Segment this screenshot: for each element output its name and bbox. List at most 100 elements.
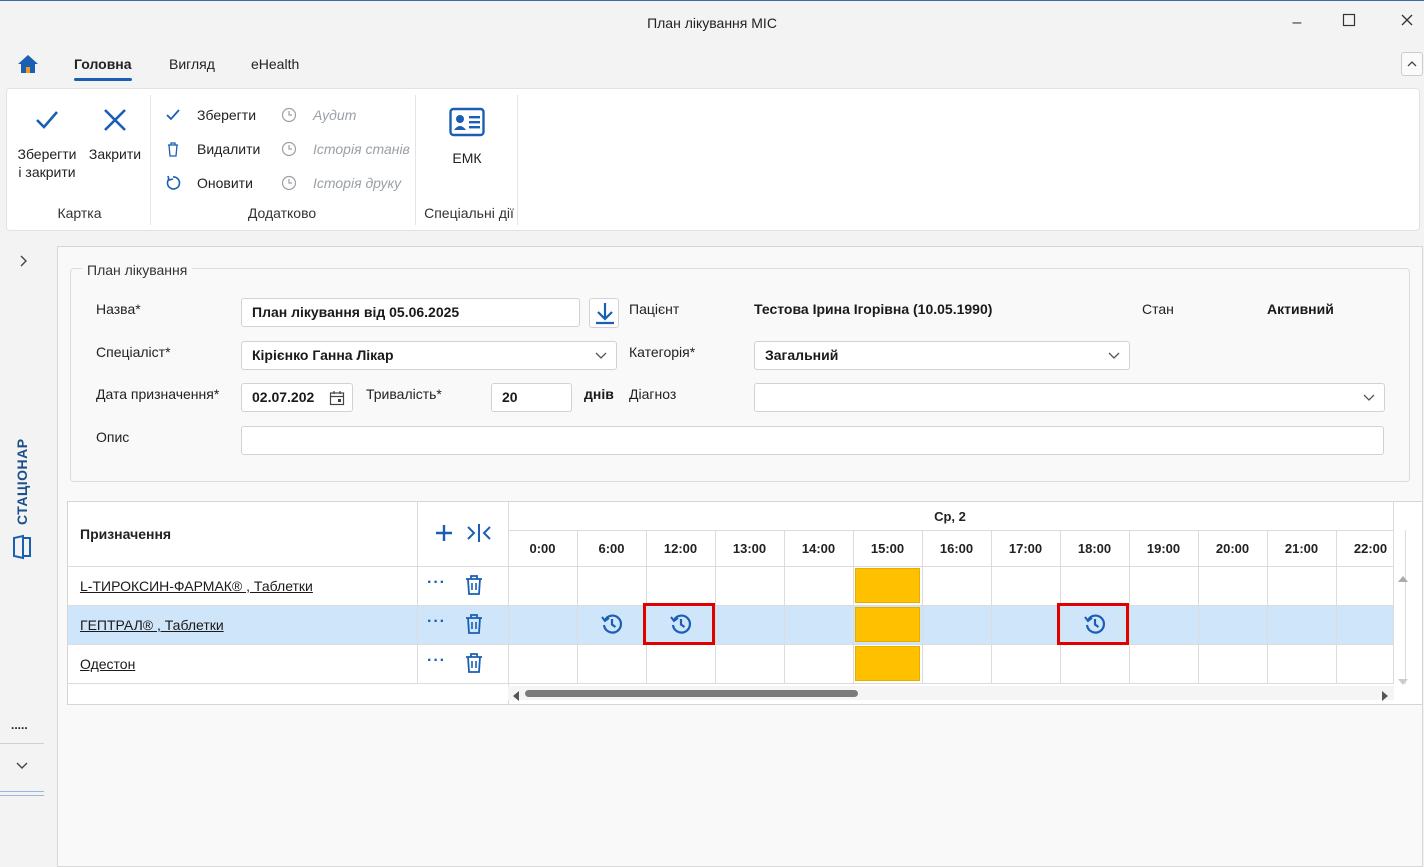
tab-home[interactable]: Головна xyxy=(74,56,132,81)
sidebar-divider xyxy=(0,743,44,744)
hour-header-14:00: 14:00 xyxy=(801,541,836,556)
diagnosis-select[interactable] xyxy=(754,383,1385,412)
emk-button[interactable]: ЕМК xyxy=(437,107,497,167)
duration-label: Тривалість* xyxy=(366,386,442,402)
sidebar-vertical-label[interactable]: СТАЦІОНАР xyxy=(6,435,36,535)
hour-header-19:00: 19:00 xyxy=(1146,541,1181,556)
left-sidebar: ..... xyxy=(0,240,46,867)
scroll-up-arrow[interactable] xyxy=(1398,570,1408,582)
save-close-label-2: і закрити xyxy=(18,164,76,180)
chevron-down-icon[interactable] xyxy=(15,761,29,771)
trash-icon xyxy=(466,653,482,673)
download-button[interactable] xyxy=(589,298,619,328)
audit-button[interactable]: Аудит xyxy=(281,105,411,125)
duration-input[interactable]: 20 xyxy=(491,383,572,412)
hour-header-22:00: 22:00 xyxy=(1353,541,1388,556)
prescription-name-link[interactable]: ГЕПТРАЛ® , Таблетки xyxy=(80,617,224,633)
group-label-extra: Додатково xyxy=(247,205,317,221)
window-title: План лікування МІС xyxy=(647,15,777,31)
print-history-label: Історія друку xyxy=(313,175,402,191)
split-icon xyxy=(467,524,491,542)
close-window-button[interactable] xyxy=(1397,13,1417,33)
grid-line xyxy=(1405,530,1406,684)
split-columns-button[interactable] xyxy=(466,522,492,544)
highlight-box xyxy=(1057,603,1129,645)
check-icon xyxy=(36,111,58,129)
delete-row-button[interactable] xyxy=(464,652,486,676)
add-prescription-button[interactable] xyxy=(433,522,455,544)
refresh-icon xyxy=(166,175,181,190)
hour-header-17:00: 17:00 xyxy=(1008,541,1043,556)
tab-view[interactable]: Вигляд xyxy=(169,56,215,72)
download-icon xyxy=(596,303,614,325)
date-value: 02.07.202 xyxy=(252,389,315,405)
scroll-right-arrow[interactable] xyxy=(1381,688,1389,701)
row-menu-button[interactable]: ··· xyxy=(427,652,446,670)
name-input[interactable]: План лікування від 05.06.2025 xyxy=(241,298,580,327)
row-menu-button[interactable]: ··· xyxy=(427,574,446,592)
delete-row-button[interactable] xyxy=(464,574,486,598)
grid-line xyxy=(68,683,1394,684)
date-label: Дата призначення* xyxy=(96,386,220,402)
grid-line xyxy=(1393,502,1394,684)
scroll-down-arrow[interactable] xyxy=(1398,673,1408,685)
history-icon[interactable] xyxy=(600,612,624,636)
chevron-right-icon[interactable] xyxy=(18,254,30,268)
hour-header-21:00: 21:00 xyxy=(1284,541,1319,556)
collapse-ribbon-button[interactable] xyxy=(1401,52,1423,76)
group-label-special: Спеціальні дії xyxy=(424,205,514,221)
close-button[interactable]: Закрити xyxy=(85,107,145,163)
ribbon-tabs: Головна Вигляд eHealth xyxy=(0,48,1424,84)
save-close-button[interactable]: Зберегти і закрити xyxy=(11,107,83,181)
scheduled-slot[interactable] xyxy=(855,568,920,603)
scroll-left-arrow[interactable] xyxy=(512,688,520,701)
grid-line xyxy=(853,530,854,684)
grid-line xyxy=(991,530,992,684)
specialist-label: Спеціаліст* xyxy=(96,344,171,360)
hour-header-18:00: 18:00 xyxy=(1077,541,1112,556)
patient-label: Пацієнт xyxy=(629,301,680,317)
grid-line xyxy=(577,530,578,684)
scrollbar-thumb[interactable] xyxy=(525,690,858,697)
chevron-down-icon xyxy=(1363,394,1375,401)
prescription-name-link[interactable]: L-ТИРОКСИН-ФАРМАК® , Таблетки xyxy=(80,578,313,594)
grid-line xyxy=(1336,530,1337,684)
arrow-up-icon xyxy=(1398,576,1408,582)
grid-line xyxy=(68,605,1394,606)
specialist-select[interactable]: Кірієнко Ганна Лікар xyxy=(241,341,617,370)
day-header: Ср, 2 xyxy=(934,509,966,524)
description-input[interactable] xyxy=(241,426,1384,455)
column-header-prescription: Призначення xyxy=(80,526,172,542)
tab-ehealth[interactable]: eHealth xyxy=(251,56,299,72)
grid-line xyxy=(1267,530,1268,684)
calendar-icon[interactable] xyxy=(329,390,345,406)
audit-label: Аудит xyxy=(313,107,357,123)
category-select[interactable]: Загальний xyxy=(754,341,1130,370)
minimize-button[interactable]: – xyxy=(1287,13,1307,33)
grid-line xyxy=(1198,530,1199,684)
save-button[interactable]: Зберегти xyxy=(165,105,275,125)
grid-line xyxy=(508,502,509,704)
scheduled-slot[interactable] xyxy=(855,646,920,681)
group-separator xyxy=(517,95,518,225)
hour-header-15:00: 15:00 xyxy=(870,541,905,556)
state-value: Активний xyxy=(1267,301,1334,317)
maximize-button[interactable] xyxy=(1339,13,1359,33)
delete-button[interactable]: Видалити xyxy=(165,139,275,159)
date-input[interactable]: 02.07.202 xyxy=(241,383,353,412)
arrow-down-icon xyxy=(1398,679,1408,685)
close-x-icon xyxy=(104,109,126,131)
delete-row-button[interactable] xyxy=(464,613,486,637)
hour-header-0:00: 0:00 xyxy=(529,541,556,556)
sidebar-dots: ..... xyxy=(11,718,28,732)
plus-icon xyxy=(436,525,452,541)
sidebar-divider xyxy=(0,791,44,792)
delete-label: Видалити xyxy=(197,141,261,157)
print-history-button[interactable]: Історія друку xyxy=(281,173,411,193)
refresh-button[interactable]: Оновити xyxy=(165,173,275,193)
state-history-button[interactable]: Історія станів xyxy=(281,139,411,159)
row-menu-button[interactable]: ··· xyxy=(427,613,446,631)
duration-unit: днів xyxy=(584,386,614,402)
scheduled-slot[interactable] xyxy=(855,607,920,642)
prescription-name-link[interactable]: Одестон xyxy=(80,656,135,672)
